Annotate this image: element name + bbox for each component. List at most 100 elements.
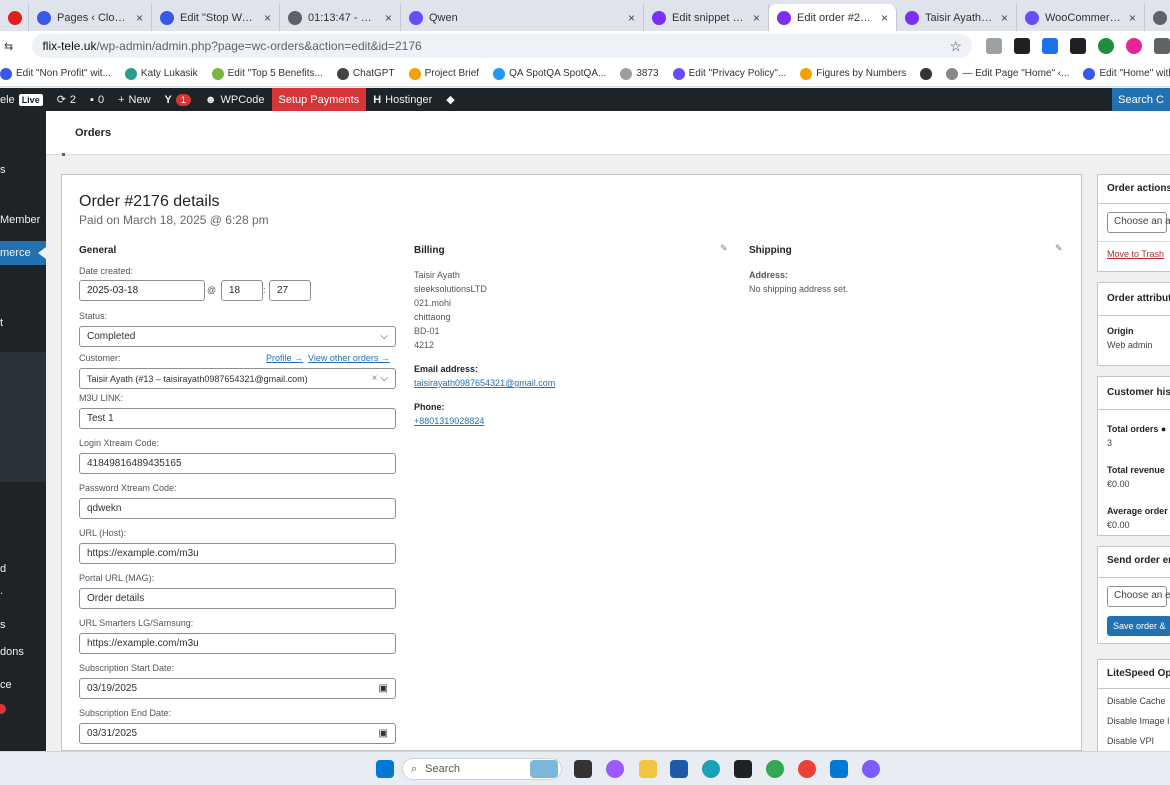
move-to-trash-link[interactable]: Move to Trash	[1107, 249, 1164, 259]
tab-close-icon[interactable]: ×	[1129, 11, 1136, 25]
tab-close-icon[interactable]: ×	[628, 11, 635, 25]
hostinger-item[interactable]: H Hostinger	[366, 88, 439, 111]
diamond-item[interactable]: ◆	[439, 88, 461, 111]
vscode-icon[interactable]	[830, 760, 848, 778]
sidebar-item[interactable]: s	[0, 619, 6, 631]
sidebar-item-woocommerce[interactable]: merce	[0, 247, 31, 259]
bookmark-item[interactable]: ChatGPT	[336, 67, 395, 80]
email-template-select[interactable]: Choose an e	[1107, 586, 1170, 607]
bookmark-item[interactable]: Figures by Numbers	[800, 67, 906, 80]
status-select[interactable]: Completed ⌵	[79, 326, 396, 347]
clear-icon[interactable]: ×	[372, 373, 378, 384]
bookmark-star-icon[interactable]: ☆	[949, 38, 962, 55]
custom-field-input[interactable]: Test 1	[79, 408, 396, 429]
browser-tab[interactable]: Taisir Ayath | FlixTel ×	[897, 4, 1017, 31]
task-view-icon[interactable]	[574, 760, 592, 778]
bookmark-item[interactable]: Edit "Home" with El...	[1083, 67, 1170, 80]
bookmark-item[interactable]: Edit "Non Profit" wit...	[0, 67, 111, 80]
site-info-icon[interactable]: ⇆	[4, 40, 32, 53]
calendar-icon[interactable]: ▣	[379, 683, 388, 694]
tab-close-icon[interactable]: ×	[881, 11, 888, 25]
bookmark-item[interactable]: Project Brief	[408, 67, 479, 80]
order-action-select[interactable]: Choose an ac	[1107, 212, 1170, 233]
sidebar-item[interactable]: Member	[0, 214, 40, 226]
site-name-item[interactable]: ele Live	[0, 88, 50, 111]
sidebar-item[interactable]: s	[0, 164, 6, 176]
save-order-send-button[interactable]: Save order &	[1107, 616, 1170, 636]
windows-start-icon[interactable]	[376, 760, 394, 778]
messenger-icon[interactable]	[862, 760, 880, 778]
edit-shipping-pencil-icon[interactable]: ✎	[1055, 243, 1063, 254]
help-icon[interactable]: ●	[1161, 424, 1166, 434]
browser-tab[interactable]: WooCommerce IPT ×	[1017, 4, 1145, 31]
custom-field-input[interactable]: 41849816489435165	[79, 453, 396, 474]
tab-close-icon[interactable]: ×	[753, 11, 760, 25]
camera-icon[interactable]	[986, 38, 1002, 54]
custom-field-input[interactable]: Order details	[79, 588, 396, 609]
disable-vpi-option[interactable]: Disable VPI	[1107, 731, 1167, 751]
browser-tab[interactable]: Edit "Stop Watch" ×	[152, 4, 280, 31]
chrome-icon[interactable]	[766, 760, 784, 778]
date-field[interactable]: 03/19/2025 ▣	[79, 678, 396, 699]
bookmark-item[interactable]: Edit "Privacy Policy"...	[672, 67, 786, 80]
wpcode-item[interactable]: ☻ WPCode	[198, 88, 272, 111]
browser-tab[interactable]: Car Keys Replaceme×	[1145, 4, 1170, 31]
browser-tab[interactable]: Pages ‹ Clock Now ×	[29, 4, 152, 31]
pen-extension-icon[interactable]	[1014, 38, 1030, 54]
profile-link[interactable]: Profile →	[266, 353, 303, 363]
colorful-extension-icon[interactable]	[1126, 38, 1142, 54]
copilot-icon[interactable]	[606, 760, 624, 778]
sidebar-item[interactable]: dons	[0, 646, 24, 658]
bookmark-item[interactable]: Edit "Top 5 Benefits...	[211, 67, 323, 80]
browser-tab[interactable]: Edit snippet "email ×	[644, 4, 769, 31]
setup-payments-item[interactable]: Setup Payments	[271, 88, 367, 111]
green-extension-icon[interactable]	[1098, 38, 1114, 54]
chrome-profile-icon[interactable]	[798, 760, 816, 778]
tab-close-icon[interactable]: ×	[1001, 11, 1008, 25]
download-extension-icon[interactable]	[1042, 38, 1058, 54]
edit-billing-pencil-icon[interactable]: ✎	[720, 243, 728, 254]
bookmark-item[interactable]: 3873	[620, 67, 659, 80]
font-extension-icon[interactable]	[1070, 38, 1086, 54]
admin-search-item[interactable]: Search C	[1112, 88, 1170, 111]
custom-field-input[interactable]: qdwekn	[79, 498, 396, 519]
updates-item[interactable]: ⟳ 2	[50, 88, 83, 111]
browser-tab[interactable]: Qwen ×	[401, 4, 644, 31]
file-explorer-icon[interactable]	[639, 760, 657, 778]
tab-close-icon[interactable]: ×	[264, 11, 271, 25]
sidebar-item[interactable]: ce	[0, 679, 12, 691]
bookmark-item[interactable]: Katy Lukasik	[124, 67, 198, 80]
view-other-orders-link[interactable]: View other orders →	[308, 353, 390, 363]
tab-close-icon[interactable]: ×	[136, 11, 143, 25]
new-content-item[interactable]: + New	[111, 88, 157, 111]
sidebar-item[interactable]: .	[0, 585, 3, 597]
app-icon[interactable]	[734, 760, 752, 778]
puzzle-extension-icon[interactable]	[1154, 38, 1170, 54]
billing-email-link[interactable]: taisirayath0987654321@gmail.com	[414, 376, 555, 390]
sidebar-item[interactable]: t	[0, 317, 3, 329]
bookmark-item[interactable]: — Edit Page "Home" ‹...	[946, 67, 1069, 80]
disable-cache-option[interactable]: Disable Cache	[1107, 691, 1167, 711]
date-created-input[interactable]: 2025-03-18	[79, 280, 205, 301]
billing-phone-link[interactable]: +8801319028824	[414, 414, 484, 428]
custom-field-input[interactable]: https://example.com/m3u	[79, 633, 396, 654]
browser-tab[interactable]	[0, 4, 29, 31]
url-field[interactable]: flix-tele.uk/wp-admin/admin.php?page=wc-…	[32, 34, 972, 58]
minute-input[interactable]: 27	[269, 280, 311, 301]
tab-close-icon[interactable]: ×	[385, 11, 392, 25]
browser-tab[interactable]: Edit order #2176 ‹ ×	[769, 4, 897, 31]
bookmark-item[interactable]	[920, 67, 933, 80]
bookmark-item[interactable]: QA SpotQA SpotQA...	[493, 67, 606, 80]
sidebar-item[interactable]: d	[0, 563, 6, 575]
hour-input[interactable]: 18	[221, 280, 263, 301]
disable-image-option[interactable]: Disable Image I	[1107, 711, 1170, 731]
edge-icon[interactable]	[702, 760, 720, 778]
widgets-icon[interactable]	[530, 760, 558, 778]
custom-field-input[interactable]: https://example.com/m3u	[79, 543, 396, 564]
comments-item[interactable]: ▪ 0	[83, 88, 111, 111]
browser-tab[interactable]: 01:13:47 - Online S ×	[280, 4, 401, 31]
date-field[interactable]: 03/31/2025 ▣	[79, 723, 396, 744]
store-icon[interactable]	[670, 760, 688, 778]
yoast-item[interactable]: Y 1	[158, 88, 198, 111]
calendar-icon[interactable]: ▣	[379, 728, 388, 739]
